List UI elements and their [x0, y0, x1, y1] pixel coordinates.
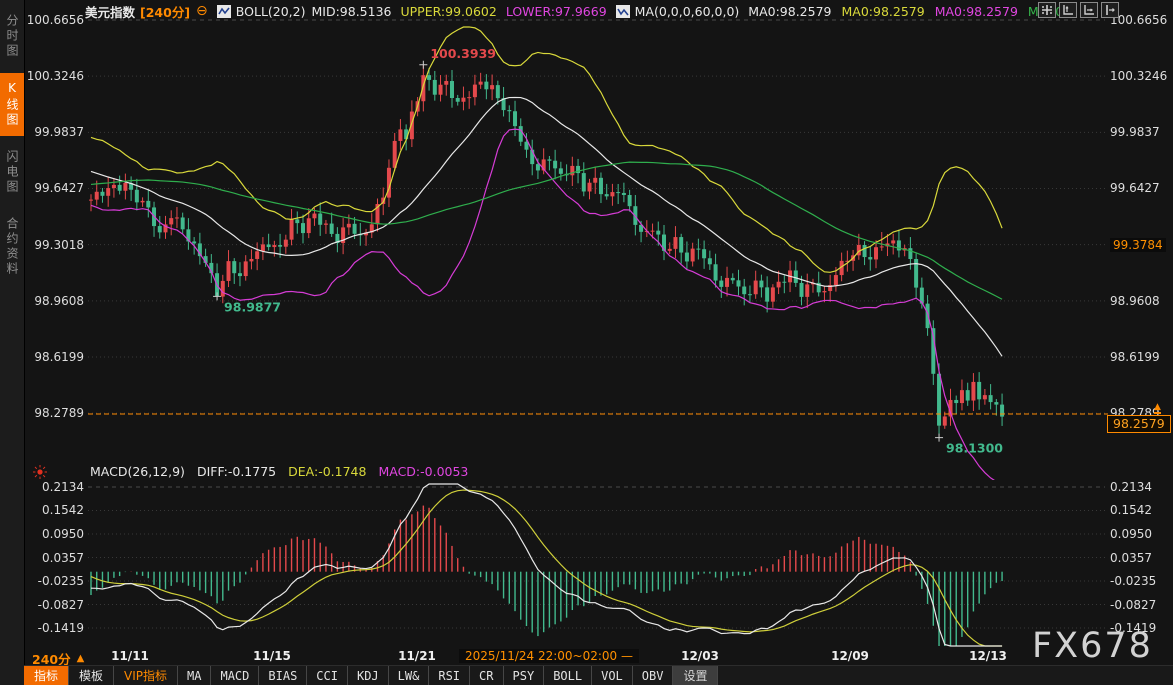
ma-value-2: MA0:98.2579: [842, 4, 925, 19]
crosshair-icon[interactable]: [1038, 2, 1056, 18]
price-axis-label-left: 98.6199: [26, 350, 84, 364]
boll-lower-value: LOWER:97.9669: [506, 4, 607, 19]
toolbar-tab-VOL[interactable]: VOL: [592, 666, 633, 685]
macd-axis-label-right: 0.1542: [1110, 503, 1172, 517]
toolbar-tab-VIP指标[interactable]: VIP指标: [114, 666, 178, 685]
chart-header: 美元指数 [240分] ⊖ BOLL(20,2) MID:98.5136 UPP…: [24, 0, 1173, 22]
toolbar-tab-模板[interactable]: 模板: [69, 666, 114, 685]
date-tick: 12/03: [681, 649, 719, 663]
boll-mid-value: MID:98.5136: [312, 4, 392, 19]
toolbar-tab-MACD[interactable]: MACD: [211, 666, 259, 685]
macd-axis-label-right: -0.0827: [1110, 598, 1172, 612]
price-axis-label-right: 100.3246: [1110, 69, 1172, 83]
live-indicator-icon: [32, 464, 48, 480]
toolbar-tab-OBV[interactable]: OBV: [633, 666, 674, 685]
svg-text:98.1300: 98.1300: [946, 441, 1003, 456]
ma-indicator-icon[interactable]: [616, 5, 630, 18]
toolbar-tab-KDJ[interactable]: KDJ: [348, 666, 389, 685]
chart-application: 100.3939 98.9877 98.1300 分时图 K线图闪电图合约资料 美元指…: [0, 0, 1173, 685]
toolbar-tab-BIAS[interactable]: BIAS: [259, 666, 307, 685]
macd-axis-label-right: -0.0235: [1110, 574, 1172, 588]
macd-header: MACD(26,12,9) DIFF:-0.1775 DEA:-0.1748 M…: [90, 464, 468, 480]
sidebar-tab-3[interactable]: 闪电图: [0, 142, 24, 203]
price-axis-label-left: 99.6427: [26, 181, 84, 195]
macd-title: MACD(26,12,9): [90, 464, 185, 480]
macd-axis-label-right: 0.2134: [1110, 480, 1172, 494]
date-tick: 12/13: [969, 649, 1007, 663]
macd-diff-value: DIFF:-0.1775: [197, 464, 276, 480]
indicator-toolbar: 指标模板VIP指标MAMACDBIASCCIKDJLW&RSICRPSYBOLL…: [24, 665, 1173, 685]
toolbar-tab-PSY[interactable]: PSY: [504, 666, 545, 685]
price-axis-label-right: 99.9837: [1110, 125, 1172, 139]
symbol-name: 美元指数: [85, 2, 135, 21]
current-price-tag: 98.2579: [1107, 415, 1171, 433]
macd-axis-label-left: 0.0950: [26, 527, 84, 541]
scale-up-icon[interactable]: [1059, 2, 1077, 18]
toolbar-tab-指标[interactable]: 指标: [24, 666, 69, 685]
macd-axis-label-left: 0.2134: [26, 480, 84, 494]
timeframe-up-icon: ▲: [77, 653, 85, 664]
ma-label: MA(0,0,0,60,0,0): [635, 4, 740, 19]
ma-values: MA0:98.2579MA0:98.2579MA0:98.2579MA60:9: [748, 4, 1075, 19]
date-tick: 12/09: [831, 649, 869, 663]
svg-text:98.9877: 98.9877: [224, 299, 281, 314]
time-axis: 240分 ▲ 11/1111/1511/2112/0312/0912/13202…: [24, 648, 1173, 666]
macd-axis-label-left: 0.1542: [26, 503, 84, 517]
period-label: [240分]: [140, 2, 190, 21]
ma-value-1: MA0:98.2579: [748, 4, 831, 19]
price-axis-label-left: 99.9837: [26, 125, 84, 139]
macd-axis-label-left: -0.0827: [26, 598, 84, 612]
pan-right-icon[interactable]: [1101, 2, 1119, 18]
macd-axis-label-left: -0.1419: [26, 621, 84, 635]
collapse-icon[interactable]: ⊖: [196, 3, 208, 19]
price-axis-label-right: 99.3784: [1110, 238, 1166, 252]
svg-text:100.3939: 100.3939: [430, 46, 496, 61]
boll-upper-value: UPPER:99.0602: [401, 4, 497, 19]
price-up-marker-icon: ▲: [1154, 403, 1161, 414]
price-axis-label-right: 98.9608: [1110, 294, 1172, 308]
price-axis-label-left: 100.3246: [26, 69, 84, 83]
toolbar-tab-MA[interactable]: MA: [178, 666, 211, 685]
sidebar-tab-2[interactable]: K线图: [0, 73, 24, 136]
boll-label: BOLL(20,2): [236, 4, 306, 19]
toolbar-tab-CR[interactable]: CR: [470, 666, 503, 685]
price-axis-label-left: 99.3018: [26, 238, 84, 252]
toolbar-tab-RSI[interactable]: RSI: [429, 666, 470, 685]
toolbar-tab-LW&[interactable]: LW&: [389, 666, 430, 685]
date-tick: 11/15: [253, 649, 291, 663]
sidebar-tab-4[interactable]: 合约资料: [0, 209, 24, 285]
price-up-glyph: ▲: [1154, 402, 1161, 412]
toolbar-tab-CCI[interactable]: CCI: [307, 666, 348, 685]
macd-axis-label-left: 0.0357: [26, 551, 84, 565]
sidebar: 分时图 K线图闪电图合约资料: [0, 0, 25, 685]
sidebar-tab-1[interactable]: 分时图: [0, 6, 24, 67]
macd-chart[interactable]: [0, 480, 1173, 648]
ma-value-3: MA0:98.2579: [935, 4, 1018, 19]
price-chart[interactable]: 100.3939 98.9877 98.1300: [0, 0, 1173, 480]
macd-axis-label-right: 0.0950: [1110, 527, 1172, 541]
macd-macd-value: MACD:-0.0053: [378, 464, 468, 480]
current-price-value: 98.2579: [1113, 416, 1165, 431]
toolbar-tab-BOLL[interactable]: BOLL: [544, 666, 592, 685]
toolbar-tab-设置[interactable]: 设置: [673, 666, 718, 685]
price-axis-label-right: 98.6199: [1110, 350, 1172, 364]
boll-indicator-icon[interactable]: [217, 5, 231, 18]
layout-buttons: [1038, 2, 1119, 18]
macd-axis-label-left: -0.0235: [26, 574, 84, 588]
watermark: FX678: [1032, 626, 1153, 666]
date-tick: 11/11: [111, 649, 149, 663]
date-tick: 11/21: [398, 649, 436, 663]
price-axis-label-right: 99.6427: [1110, 181, 1172, 195]
macd-dea-value: DEA:-0.1748: [288, 464, 366, 480]
price-axis-label-left: 98.9608: [26, 294, 84, 308]
scale-right-icon[interactable]: [1080, 2, 1098, 18]
macd-axis-label-right: 0.0357: [1110, 551, 1172, 565]
price-axis-label-left: 98.2789: [26, 406, 84, 420]
date-tick-highlighted[interactable]: 2025/11/24 22:00~02:00 —: [459, 649, 639, 663]
